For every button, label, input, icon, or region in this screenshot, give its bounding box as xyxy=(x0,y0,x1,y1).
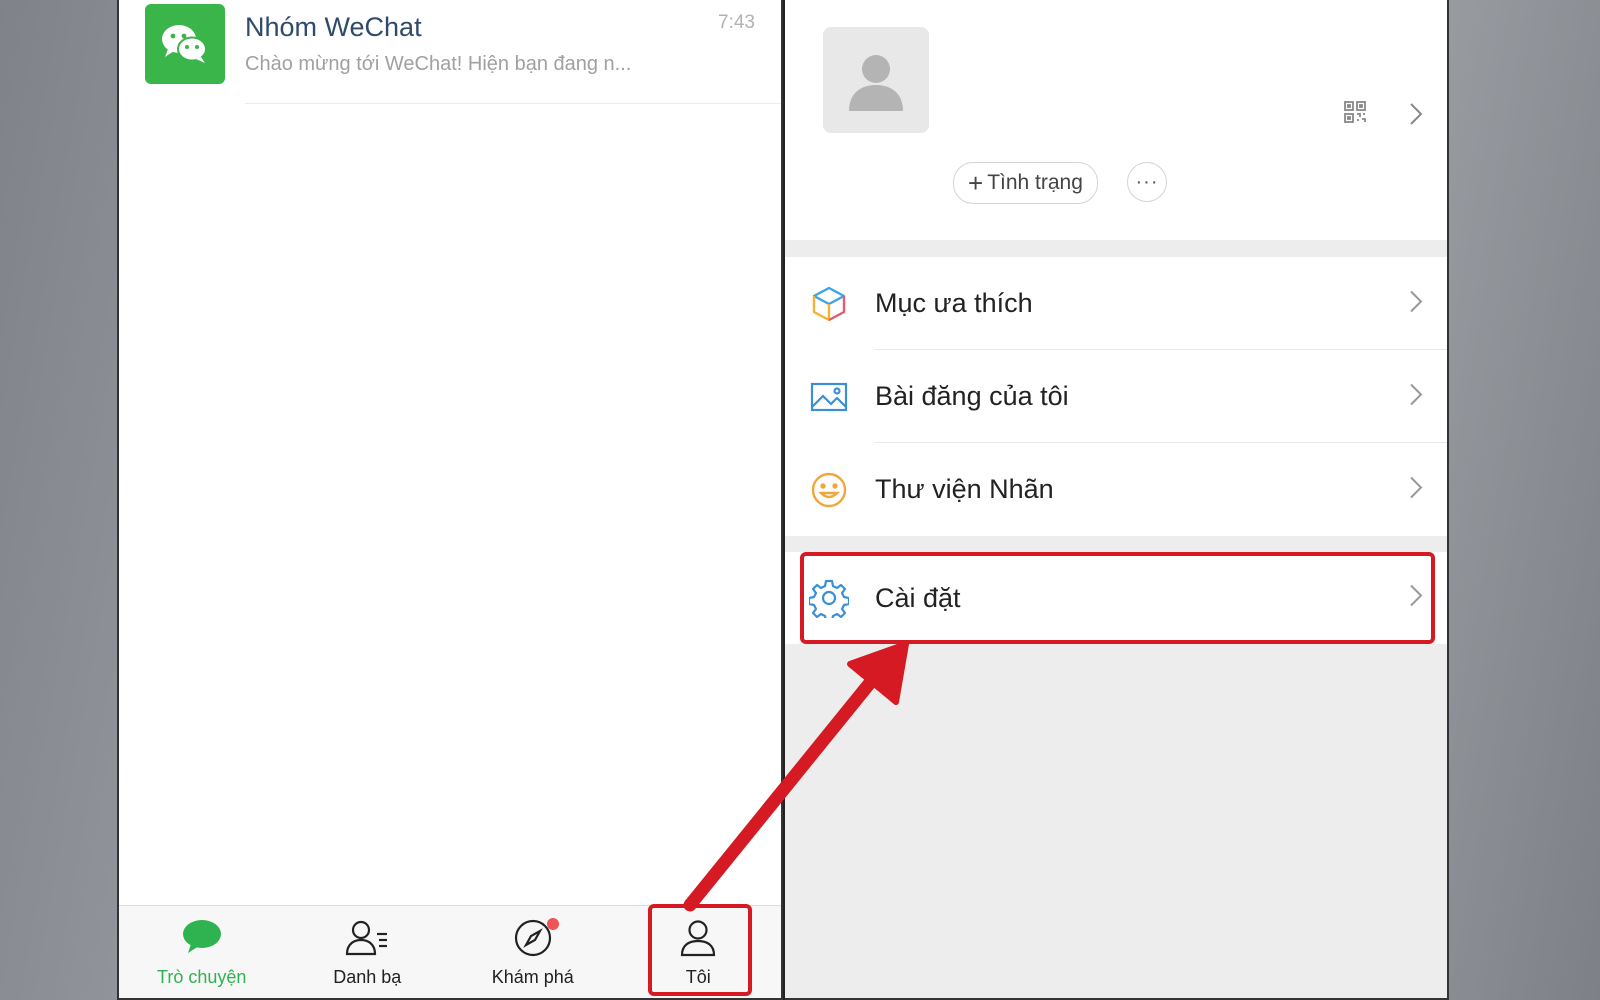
wechat-logo-icon xyxy=(145,4,225,84)
status-button-label: Tình trạng xyxy=(987,171,1083,194)
menu-group-main: Mục ưa thích Bài đăng của tôi Thư viện N… xyxy=(783,257,1447,536)
nav-item-contacts[interactable]: Danh bạ xyxy=(285,906,451,998)
menu-label-favorites: Mục ưa thích xyxy=(875,288,1033,318)
bottom-nav: Trò chuyện Danh bạ Khám phá Tôi xyxy=(119,905,781,998)
add-status-button[interactable]: + Tình trạng xyxy=(953,162,1098,204)
chat-item-wechat-group[interactable]: Nhóm WeChat 7:43 Chào mừng tới WeChat! H… xyxy=(119,0,781,105)
smiley-icon xyxy=(809,470,849,510)
me-screen: + Tình trạng ··· Mục ưa thích Bài đăng c… xyxy=(783,0,1449,1000)
chat-time: 7:43 xyxy=(718,12,755,33)
menu-label-sticker-library: Thư viện Nhãn xyxy=(875,474,1054,504)
menu-item-my-posts[interactable]: Bài đăng của tôi xyxy=(783,350,1447,443)
chevron-right-icon xyxy=(1409,382,1423,411)
profile-header[interactable]: + Tình trạng ··· xyxy=(783,0,1447,240)
chevron-right-icon xyxy=(1409,289,1423,318)
qr-code-icon[interactable] xyxy=(1343,100,1367,129)
chevron-right-icon xyxy=(1409,475,1423,504)
menu-item-sticker-library[interactable]: Thư viện Nhãn xyxy=(783,443,1447,536)
chat-preview: Chào mừng tới WeChat! Hiện bạn đang n... xyxy=(245,53,632,75)
chat-list-screen: Nhóm WeChat 7:43 Chào mừng tới WeChat! H… xyxy=(117,0,783,1000)
menu-label-my-posts: Bài đăng của tôi xyxy=(875,381,1069,411)
cube-icon xyxy=(809,284,849,324)
chevron-right-icon[interactable] xyxy=(1409,102,1423,131)
plus-icon: + xyxy=(968,168,984,198)
chat-bubble-icon xyxy=(181,918,223,961)
menu-item-favorites[interactable]: Mục ưa thích xyxy=(783,257,1447,350)
nav-item-me[interactable]: Tôi xyxy=(616,906,782,998)
image-icon xyxy=(809,377,849,417)
menu-item-settings[interactable]: Cài đặt xyxy=(783,552,1447,644)
more-button[interactable]: ··· xyxy=(1127,162,1167,202)
nav-item-chats[interactable]: Trò chuyện xyxy=(119,906,285,998)
avatar[interactable] xyxy=(823,27,929,133)
screen-divider xyxy=(783,0,785,1000)
user-icon xyxy=(678,918,718,963)
nav-label-chats: Trò chuyện xyxy=(157,967,247,987)
nav-label-contacts: Danh bạ xyxy=(333,967,402,987)
chevron-right-icon xyxy=(1409,584,1423,613)
nav-label-me: Tôi xyxy=(685,967,711,987)
divider xyxy=(245,103,781,104)
gear-icon xyxy=(807,578,851,623)
menu-label-settings: Cài đặt xyxy=(875,582,961,613)
notification-dot xyxy=(546,918,559,930)
nav-item-discover[interactable]: Khám phá xyxy=(450,906,616,998)
chat-name: Nhóm WeChat xyxy=(245,12,422,42)
menu-group-settings: Cài đặt xyxy=(783,552,1447,644)
contacts-icon xyxy=(344,918,390,963)
nav-label-discover: Khám phá xyxy=(491,967,574,987)
